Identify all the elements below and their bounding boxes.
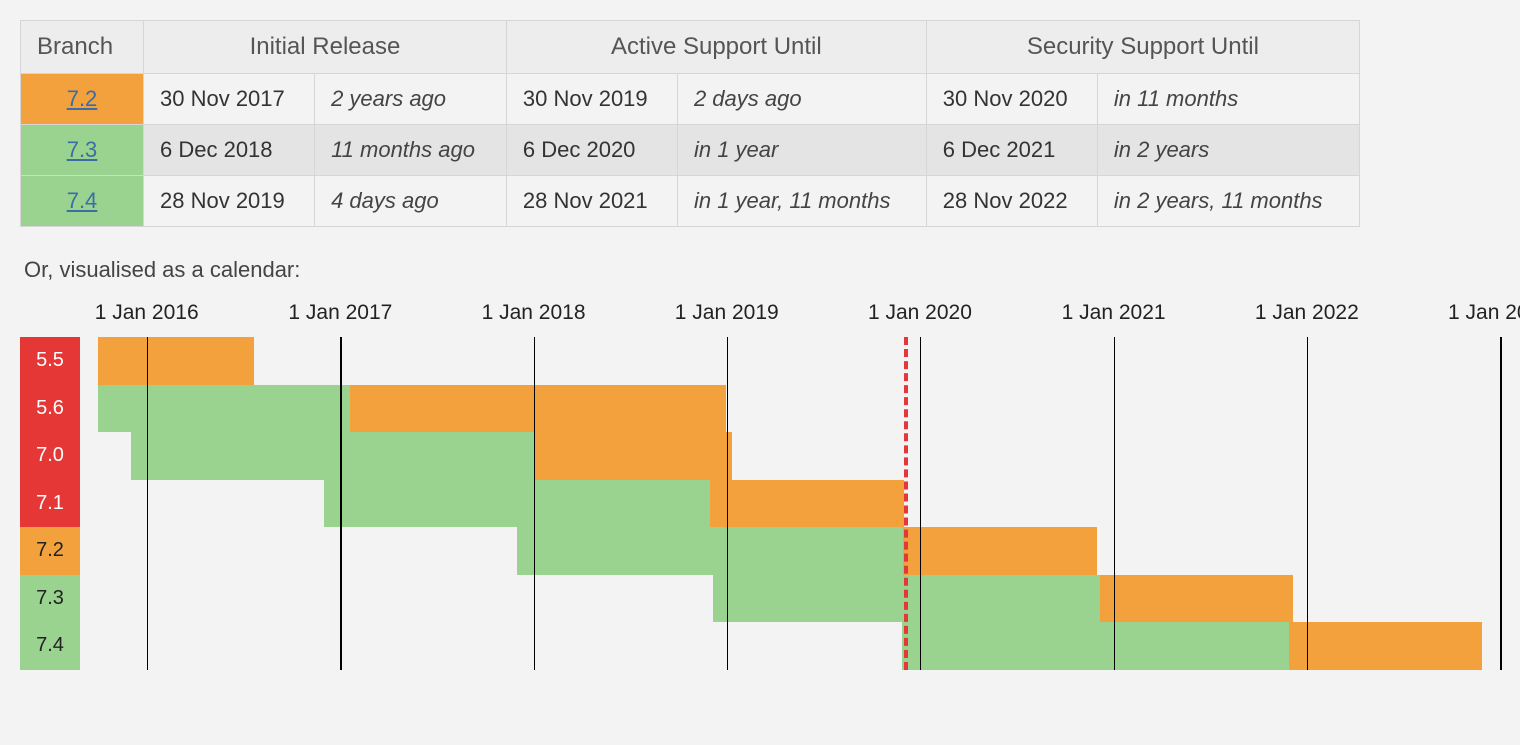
date-cell: 6 Dec 2021	[926, 125, 1097, 176]
active-support-bar	[98, 385, 350, 433]
relative-date-cell: in 11 months	[1097, 74, 1359, 125]
branch-link[interactable]: 7.4	[67, 188, 98, 213]
timeline-branch-label: 7.2	[20, 527, 80, 575]
security-support-bar	[1289, 622, 1482, 670]
timeline-branch-label: 7.4	[20, 622, 80, 670]
calendar-caption: Or, visualised as a calendar:	[24, 257, 1500, 283]
timeline-branch-label: 5.5	[20, 337, 80, 385]
gridline	[1114, 337, 1116, 670]
x-tick-label: 1 Jan 2023	[1448, 301, 1520, 325]
x-tick-label: 1 Jan 2016	[95, 301, 199, 325]
security-support-bar	[903, 527, 1097, 575]
gridline	[534, 337, 536, 670]
date-cell: 28 Nov 2019	[144, 176, 315, 227]
table-row: 7.3 6 Dec 201811 months ago6 Dec 2020in 1…	[21, 125, 1360, 176]
timeline-branch-label: 7.3	[20, 575, 80, 623]
x-tick-label: 1 Jan 2021	[1062, 301, 1166, 325]
table-row: 7.2 30 Nov 20172 years ago30 Nov 20192 da…	[21, 74, 1360, 125]
col-active: Active Support Until	[506, 21, 926, 74]
timeline-row: 5.6	[20, 385, 1500, 433]
relative-date-cell: in 1 year, 11 months	[677, 176, 926, 227]
branch-link[interactable]: 7.3	[67, 137, 98, 162]
security-support-bar	[535, 432, 731, 480]
timeline-row: 7.1	[20, 480, 1500, 528]
branch-cell: 7.2	[21, 74, 144, 125]
support-timeline-chart: 1 Jan 2016 1 Jan 2017 1 Jan 2018 1 Jan 2019…	[20, 301, 1500, 670]
timeline-row: 7.4	[20, 622, 1500, 670]
date-cell: 30 Nov 2020	[926, 74, 1097, 125]
security-support-bar	[1100, 575, 1293, 623]
date-cell: 28 Nov 2022	[926, 176, 1097, 227]
x-tick-label: 1 Jan 2019	[675, 301, 779, 325]
gridline	[1307, 337, 1309, 670]
relative-date-cell: 2 days ago	[677, 74, 926, 125]
relative-date-cell: in 2 years	[1097, 125, 1359, 176]
x-tick-label: 1 Jan 2022	[1255, 301, 1359, 325]
gridline	[1500, 337, 1502, 670]
x-tick-label: 1 Jan 2020	[868, 301, 972, 325]
branch-cell: 7.4	[21, 176, 144, 227]
branch-link[interactable]: 7.2	[67, 86, 98, 111]
date-cell: 30 Nov 2019	[506, 74, 677, 125]
timeline-row: 7.0	[20, 432, 1500, 480]
timeline-branch-label: 7.1	[20, 480, 80, 528]
relative-date-cell: 4 days ago	[315, 176, 507, 227]
date-cell: 6 Dec 2018	[144, 125, 315, 176]
relative-date-cell: in 1 year	[677, 125, 926, 176]
active-support-bar	[131, 432, 535, 480]
active-support-bar	[517, 527, 903, 575]
branch-cell: 7.3	[21, 125, 144, 176]
col-initial: Initial Release	[144, 21, 507, 74]
x-tick-label: 1 Jan 2017	[288, 301, 392, 325]
table-row: 7.4 28 Nov 20194 days ago28 Nov 2021in 1 …	[21, 176, 1360, 227]
relative-date-cell: 11 months ago	[315, 125, 507, 176]
security-support-bar	[710, 480, 903, 528]
versions-table: Branch Initial Release Active Support Un…	[20, 20, 1360, 227]
active-support-bar	[324, 480, 710, 528]
gridline	[147, 337, 149, 670]
security-support-bar	[98, 337, 254, 385]
relative-date-cell: 2 years ago	[315, 74, 507, 125]
x-tick-label: 1 Jan 2018	[482, 301, 586, 325]
relative-date-cell: in 2 years, 11 months	[1097, 176, 1359, 227]
active-support-bar	[902, 622, 1289, 670]
timeline-branch-label: 5.6	[20, 385, 80, 433]
gridline	[340, 337, 342, 670]
date-cell: 6 Dec 2020	[506, 125, 677, 176]
today-line	[904, 337, 908, 670]
timeline-row: 5.5	[20, 337, 1500, 385]
col-security: Security Support Until	[926, 21, 1359, 74]
date-cell: 28 Nov 2021	[506, 176, 677, 227]
col-branch: Branch	[21, 21, 144, 74]
date-cell: 30 Nov 2017	[144, 74, 315, 125]
timeline-row: 7.2	[20, 527, 1500, 575]
timeline-row: 7.3	[20, 575, 1500, 623]
timeline-branch-label: 7.0	[20, 432, 80, 480]
gridline	[727, 337, 729, 670]
security-support-bar	[350, 385, 726, 433]
gridline	[920, 337, 922, 670]
